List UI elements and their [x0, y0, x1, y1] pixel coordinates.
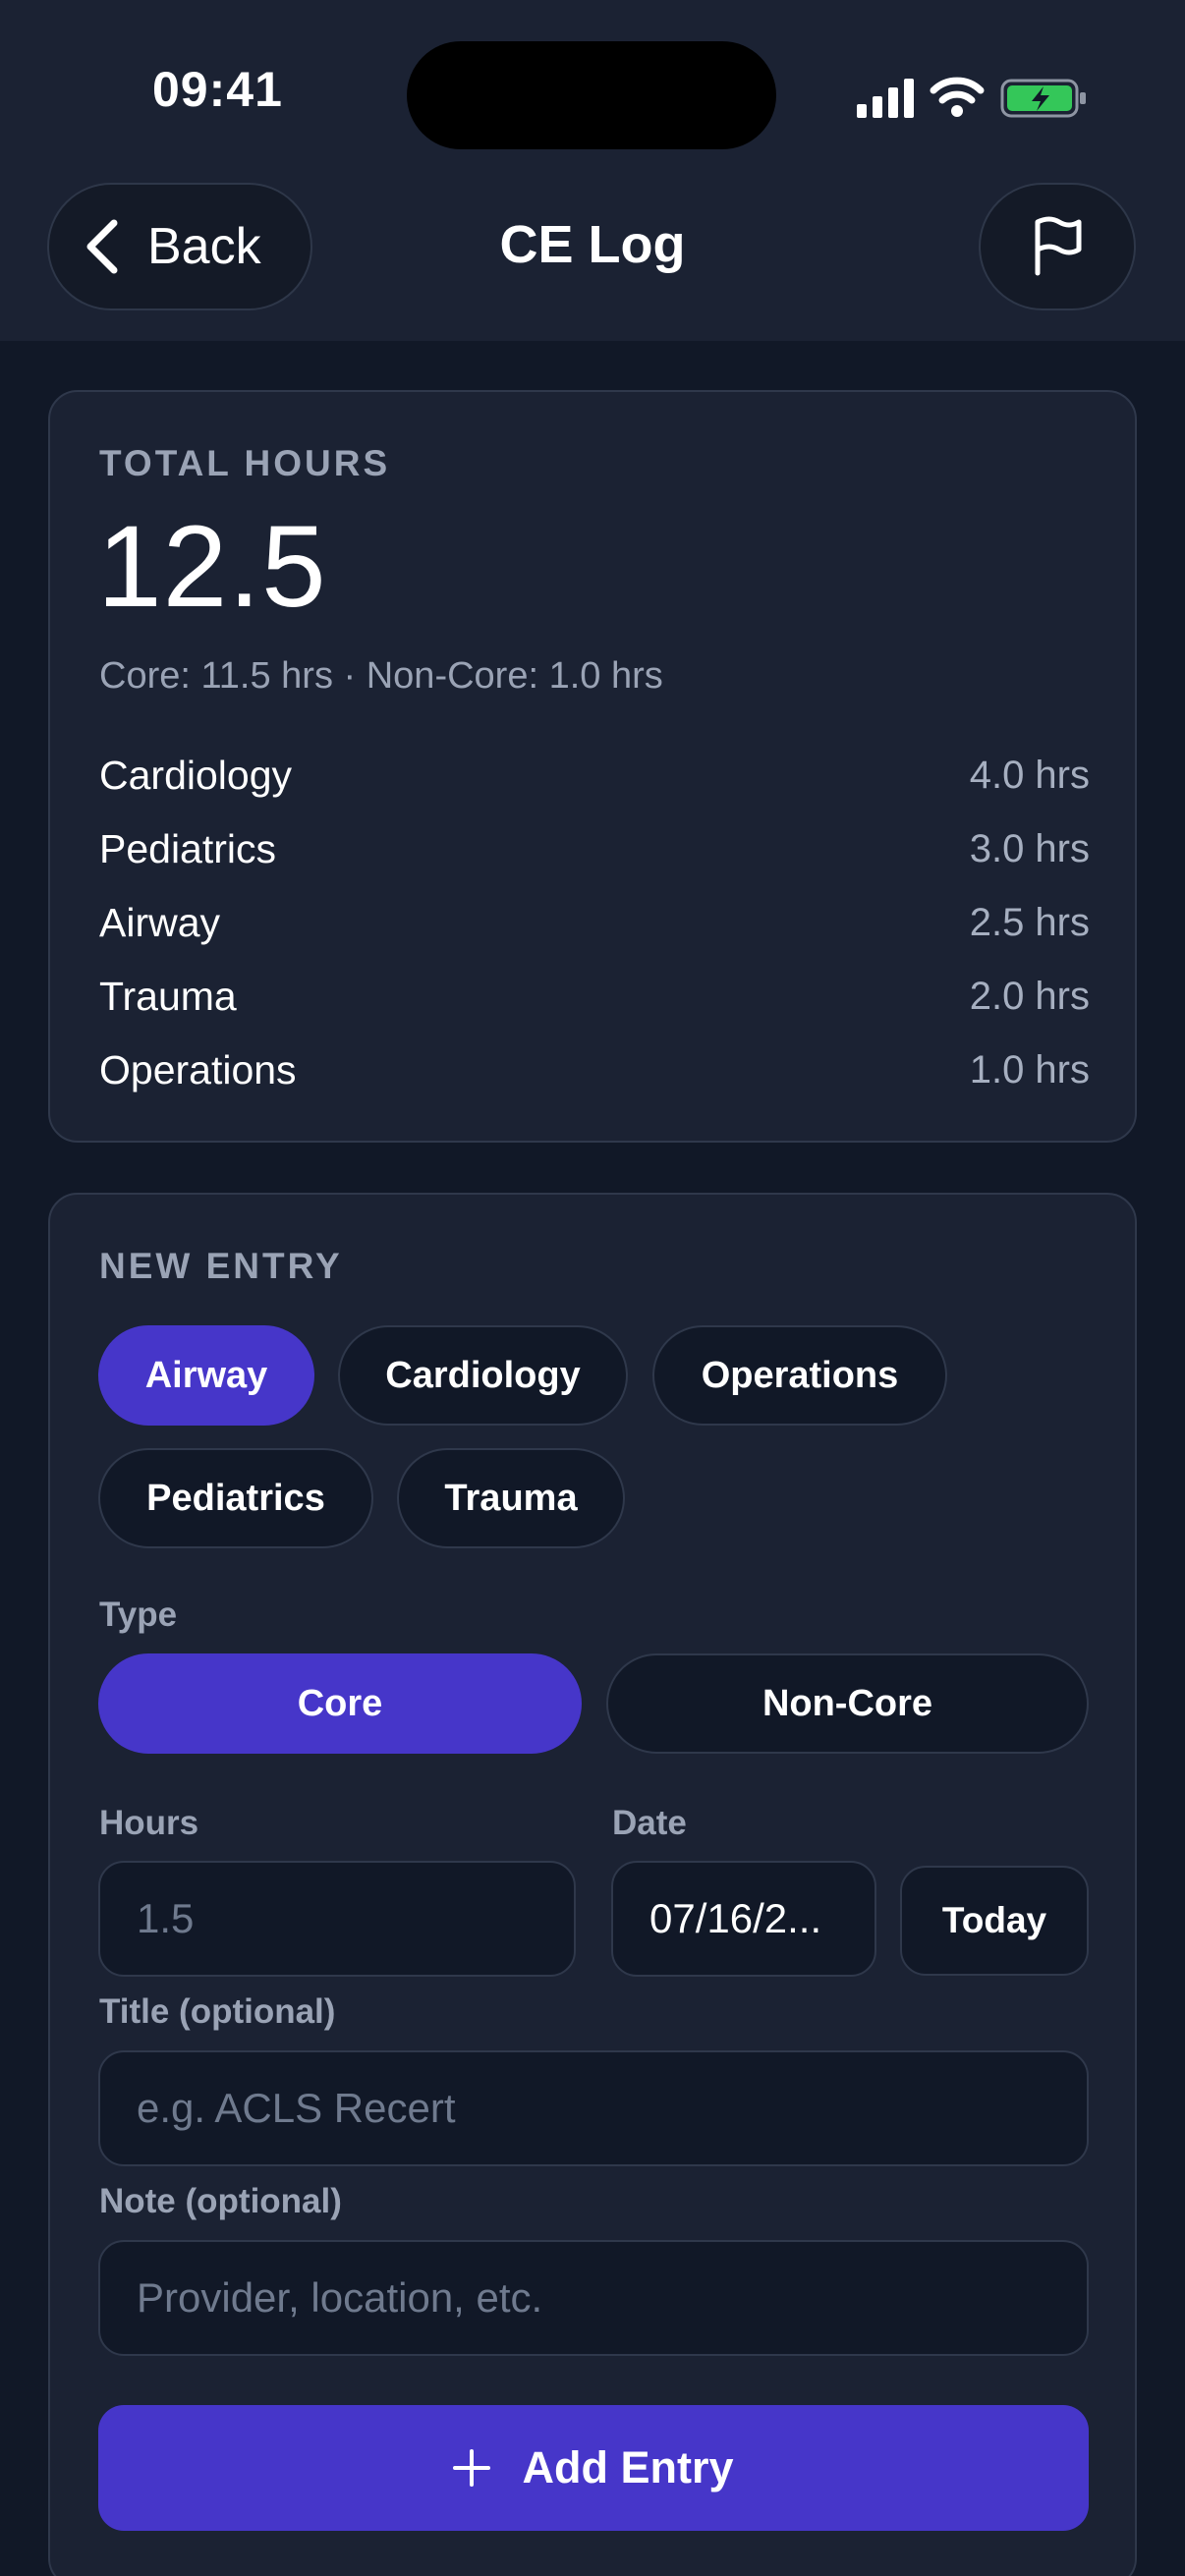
type-label: Type [99, 1596, 178, 1634]
plus-icon [453, 2449, 491, 2487]
title-label: Title (optional) [99, 1992, 336, 2031]
status-time: 09:41 [152, 62, 283, 117]
category-name: Operations [99, 1046, 297, 1092]
wifi-icon [930, 77, 985, 117]
status-icons [792, 69, 1185, 128]
total-hours-value: 12.5 [97, 502, 327, 632]
chip-cardiology[interactable]: Cardiology [338, 1325, 628, 1426]
chip-airway[interactable]: Airway [98, 1325, 314, 1426]
note-label: Note (optional) [99, 2182, 342, 2220]
hours-label: Hours [99, 1804, 199, 1842]
new-entry-card: NEW ENTRY Airway Cardiology Operations P… [48, 1193, 1137, 2576]
category-name: Airway [99, 899, 221, 945]
category-name: Pediatrics [99, 825, 277, 871]
title-input[interactable]: e.g. ACLS Recert [98, 2050, 1089, 2166]
category-hours: 1.0 hrs [969, 1047, 1090, 1092]
signal-icon [857, 79, 914, 118]
category-row: Cardiology 4.0 hrs [99, 746, 1090, 805]
note-input[interactable]: Provider, location, etc. [98, 2240, 1089, 2356]
date-label: Date [612, 1804, 687, 1842]
today-button[interactable]: Today [900, 1866, 1089, 1976]
category-row: Operations 1.0 hrs [99, 1040, 1090, 1099]
chip-pediatrics[interactable]: Pediatrics [98, 1448, 373, 1548]
hours-input[interactable]: 1.5 [98, 1861, 576, 1977]
chip-operations[interactable]: Operations [652, 1325, 947, 1426]
top-bar: 09:41 Back CE Log [0, 0, 1185, 341]
new-entry-label: NEW ENTRY [99, 1246, 343, 1286]
type-core-button[interactable]: Core [98, 1653, 582, 1754]
total-hours-card: TOTAL HOURS 12.5 Core: 11.5 hrs · Non-Co… [48, 390, 1137, 1143]
battery-charging-icon [1000, 79, 1086, 118]
flag-icon [1035, 216, 1082, 276]
category-hours: 4.0 hrs [969, 753, 1090, 797]
add-entry-label: Add Entry [522, 2442, 734, 2492]
category-row: Airway 2.5 hrs [99, 893, 1090, 952]
total-hours-label: TOTAL HOURS [99, 443, 391, 483]
category-row: Trauma 2.0 hrs [99, 967, 1090, 1026]
category-hours: 3.0 hrs [969, 826, 1090, 870]
chip-trauma[interactable]: Trauma [397, 1448, 625, 1548]
dynamic-island [407, 41, 776, 149]
category-name: Trauma [99, 973, 237, 1019]
category-hours: 2.5 hrs [969, 900, 1090, 944]
date-input[interactable]: 07/16/2... [611, 1861, 876, 1977]
flag-button[interactable] [979, 183, 1136, 310]
category-hours: 2.0 hrs [969, 974, 1090, 1018]
category-row: Pediatrics 3.0 hrs [99, 819, 1090, 878]
type-noncore-button[interactable]: Non-Core [606, 1653, 1089, 1754]
add-entry-button[interactable]: Add Entry [98, 2405, 1089, 2531]
category-name: Cardiology [99, 752, 292, 798]
core-breakdown: Core: 11.5 hrs · Non-Core: 1.0 hrs [99, 655, 663, 697]
